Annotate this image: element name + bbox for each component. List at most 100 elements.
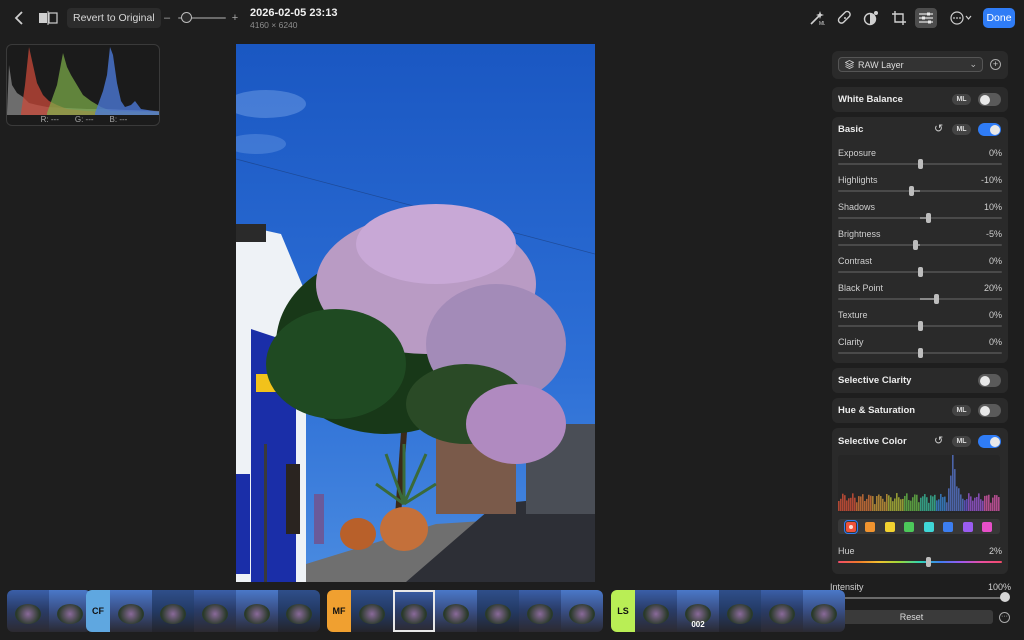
hue-bar [950, 475, 952, 511]
filmstrip-thumbnail[interactable] [236, 590, 278, 632]
filmstrip-thumbnail[interactable] [110, 590, 152, 632]
slider-label: Brightness [838, 229, 881, 239]
slider-row-contrast: Contrast 0% [838, 256, 1002, 280]
selective-color-reset-icon[interactable]: ↺ [934, 434, 943, 447]
zoom-in-button[interactable]: + [230, 10, 240, 26]
selected-dot [848, 524, 853, 529]
done-button[interactable]: Done [983, 8, 1015, 28]
filmstrip-thumbnail[interactable] [477, 590, 519, 632]
magic-wand-icon[interactable]: ML [806, 8, 828, 28]
color-swatch[interactable] [884, 521, 895, 532]
photo-date-title: 2026-02-05 23:13 [250, 7, 338, 19]
filmstrip-thumbnail[interactable] [7, 590, 49, 632]
slider-track[interactable] [838, 244, 1002, 246]
slider-knob[interactable] [917, 348, 923, 358]
color-swatch[interactable] [865, 521, 876, 532]
bandage-icon[interactable] [834, 8, 856, 28]
white-balance-ml-badge[interactable]: ML [952, 94, 971, 105]
slider-knob[interactable] [925, 213, 931, 223]
hue-bar [880, 495, 882, 511]
reset-button[interactable]: Reset [830, 610, 993, 624]
hue-saturation-ml-badge[interactable]: ML [952, 405, 971, 416]
filmstrip-thumbnail[interactable] [635, 590, 677, 632]
color-swatches [838, 519, 1000, 534]
more-options-icon[interactable]: ··· [999, 612, 1010, 623]
white-balance-title[interactable]: White Balance [838, 94, 903, 105]
white-balance-toggle[interactable] [978, 93, 1001, 106]
color-swatch[interactable] [843, 519, 858, 534]
basic-ml-badge[interactable]: ML [952, 124, 971, 135]
zoom-out-button[interactable]: – [162, 10, 172, 26]
back-chevron-icon[interactable] [10, 9, 28, 27]
basic-toggle[interactable] [978, 123, 1001, 136]
intensity-slider[interactable] [830, 597, 1008, 599]
color-swatch[interactable] [904, 521, 915, 532]
intensity-slider-knob[interactable] [1000, 592, 1010, 602]
filmstrip-thumbnail[interactable] [519, 590, 561, 632]
crop-icon[interactable] [888, 8, 910, 28]
compare-icon[interactable] [38, 10, 60, 26]
filmstrip-thumbnail[interactable] [152, 590, 194, 632]
slider-label: Contrast [838, 256, 873, 266]
filmstrip-thumbnail[interactable] [761, 590, 803, 632]
basic-title[interactable]: Basic [838, 124, 863, 135]
filmstrip-thumbnail[interactable] [435, 590, 477, 632]
hue-bar [896, 493, 898, 511]
color-swatch[interactable] [923, 521, 934, 532]
slider-knob[interactable] [933, 294, 939, 304]
revert-to-original-button[interactable]: Revert to Original [67, 8, 161, 28]
zoom-slider-knob[interactable] [181, 12, 192, 23]
selective-clarity-title[interactable]: Selective Clarity [838, 375, 911, 386]
main-photo[interactable] [236, 44, 595, 582]
slider-knob[interactable] [917, 321, 923, 331]
hue-slider-track[interactable] [838, 561, 1002, 563]
hue-bar [850, 497, 852, 511]
adjust-sliders-icon[interactable] [915, 8, 937, 28]
selective-clarity-toggle[interactable] [978, 374, 1001, 387]
hue-bar [904, 495, 906, 511]
filmstrip-thumbnail[interactable] [278, 590, 320, 632]
hue-bar [870, 495, 872, 511]
filmstrip-group-label[interactable]: LS [611, 590, 635, 632]
filter-circle-icon[interactable] [860, 8, 882, 28]
hue-saturation-title[interactable]: Hue & Saturation [838, 405, 915, 416]
slider-knob[interactable] [917, 159, 923, 169]
layer-dropdown[interactable]: RAW Layer ⌄ [838, 57, 983, 72]
slider-value: 0% [988, 256, 1002, 266]
filmstrip-thumbnail[interactable] [719, 590, 761, 632]
filmstrip-thumbnail[interactable]: 002 [677, 590, 719, 632]
filmstrip-group-label[interactable]: MF [327, 590, 351, 632]
hue-bar [912, 497, 914, 511]
more-icon[interactable] [948, 8, 974, 28]
filmstrip-thumbnail[interactable] [803, 590, 845, 632]
color-swatch[interactable] [943, 521, 954, 532]
hue-slider-knob[interactable] [925, 557, 931, 567]
slider-row-texture: Texture 0% [838, 310, 1002, 334]
selective-color-ml-badge[interactable]: ML [952, 436, 971, 447]
slider-knob[interactable] [917, 267, 923, 277]
thumbnail-tree [15, 604, 41, 624]
filmstrip-thumbnail[interactable] [194, 590, 236, 632]
filmstrip-group-label[interactable]: CF [86, 590, 110, 632]
hue-bar [848, 498, 850, 511]
color-swatch[interactable] [982, 521, 993, 532]
toolbar: Revert to Original – + 2026-02-05 23:13 … [0, 0, 1024, 36]
slider-knob[interactable] [913, 240, 919, 250]
basic-reset-icon[interactable]: ↺ [934, 122, 943, 135]
hue-saturation-toggle[interactable] [978, 404, 1001, 417]
white-balance-section: White Balance ML [832, 87, 1008, 112]
hue-bar [924, 494, 926, 511]
selective-color-toggle[interactable] [978, 435, 1001, 448]
add-layer-icon[interactable]: + [990, 59, 1001, 70]
filmstrip-thumbnail[interactable] [351, 590, 393, 632]
filmstrip-thumbnail[interactable] [393, 590, 435, 632]
hue-bar [878, 494, 880, 511]
slider-track[interactable] [838, 190, 1002, 192]
filmstrip-thumbnail[interactable] [561, 590, 603, 632]
slider-knob[interactable] [909, 186, 915, 196]
hue-bar [910, 500, 912, 511]
filmstrip: CF MF LS 002 [0, 588, 845, 634]
filmstrip-thumbnail[interactable] [49, 590, 91, 632]
selective-color-title[interactable]: Selective Color [838, 436, 907, 447]
color-swatch[interactable] [962, 521, 973, 532]
